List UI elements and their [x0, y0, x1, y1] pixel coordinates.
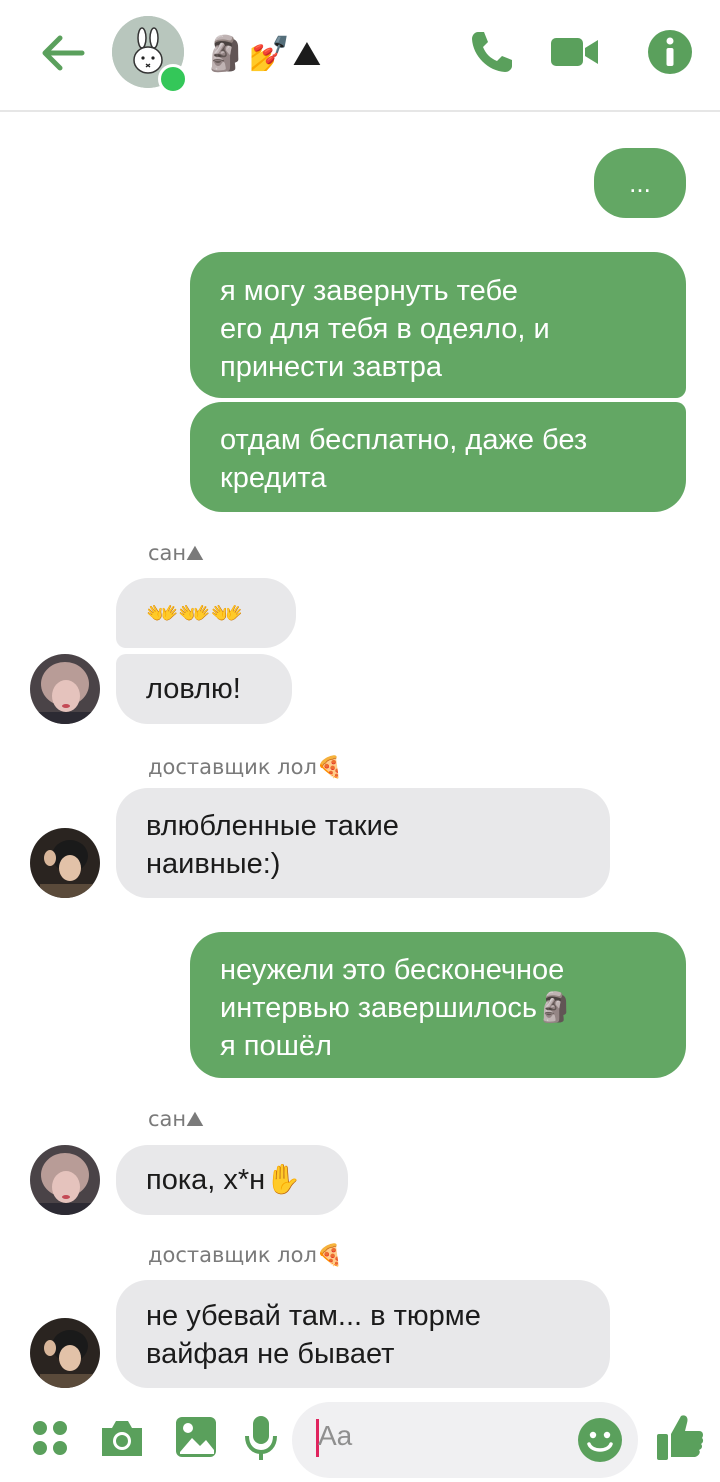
sender-name: доставщик лол🍕	[148, 755, 344, 779]
incoming-message[interactable]: влюбленные такие наивные:)	[116, 788, 610, 898]
message-text: влюбленные такие	[146, 810, 399, 842]
incoming-message[interactable]: пока, х*н✋	[116, 1145, 348, 1215]
avatar-photo	[30, 1318, 100, 1388]
avatar-photo	[30, 1145, 100, 1215]
sender-name: сан⛰	[148, 1107, 204, 1131]
chat-title[interactable]: 🗿💅⛰	[204, 32, 323, 76]
message-text: я могу завернуть тебе	[220, 275, 518, 307]
message-text: неужели это бесконечное	[220, 954, 565, 986]
video-camera-icon[interactable]	[548, 26, 600, 78]
info-icon[interactable]	[644, 26, 696, 78]
message-text: ловлю!	[146, 673, 241, 705]
message-text: не убевай там... в тюрме	[146, 1300, 481, 1332]
emoji-smiley-icon[interactable]	[576, 1416, 624, 1464]
user-avatar[interactable]	[30, 654, 100, 724]
message-text: принести завтра	[220, 351, 442, 383]
outgoing-message[interactable]: я могу завернуть тебе его для тебя в оде…	[190, 252, 686, 398]
outgoing-message[interactable]: неужели это бесконечное интервью заверши…	[190, 932, 686, 1078]
message-text: вайфая не бывает	[146, 1338, 395, 1370]
outgoing-message[interactable]: отдам бесплатно, даже без кредита	[190, 402, 686, 512]
message-input-placeholder: Aa	[318, 1420, 353, 1451]
incoming-message[interactable]: ловлю!	[116, 654, 292, 724]
incoming-message[interactable]: не убевай там... в тюрме вайфая не бывае…	[116, 1280, 610, 1388]
message-text: ...	[629, 168, 651, 198]
avatar-photo	[30, 654, 100, 724]
user-avatar[interactable]	[30, 1318, 100, 1388]
message-text: отдам бесплатно, даже без	[220, 424, 588, 456]
gallery-image-icon[interactable]	[174, 1414, 218, 1460]
avatar-photo	[30, 828, 100, 898]
phone-icon[interactable]	[466, 26, 518, 78]
message-text: его для тебя в одеяло, и	[220, 313, 550, 345]
sender-name: сан⛰	[148, 541, 204, 565]
message-text: интервью завершилось🗿	[220, 992, 574, 1024]
microphone-icon[interactable]	[244, 1414, 278, 1462]
message-text: кредита	[220, 462, 327, 494]
message-text: пока, х*н✋	[146, 1164, 302, 1196]
camera-icon[interactable]	[98, 1416, 146, 1460]
user-avatar[interactable]	[30, 828, 100, 898]
thumbs-up-icon[interactable]	[654, 1410, 706, 1464]
back-arrow-icon[interactable]	[38, 28, 88, 78]
message-text: я пошёл	[220, 1030, 332, 1062]
user-avatar[interactable]	[30, 1145, 100, 1215]
message-text: 👐👐👐	[146, 599, 244, 629]
chat-header: 🗿💅⛰	[0, 0, 720, 112]
message-text: наивные:)	[146, 848, 281, 880]
online-status-dot	[158, 64, 188, 94]
incoming-message[interactable]: 👐👐👐	[116, 578, 296, 648]
outgoing-message[interactable]: ...	[594, 148, 686, 218]
apps-grid-icon[interactable]	[30, 1418, 70, 1458]
sender-name: доставщик лол🍕	[148, 1243, 344, 1267]
